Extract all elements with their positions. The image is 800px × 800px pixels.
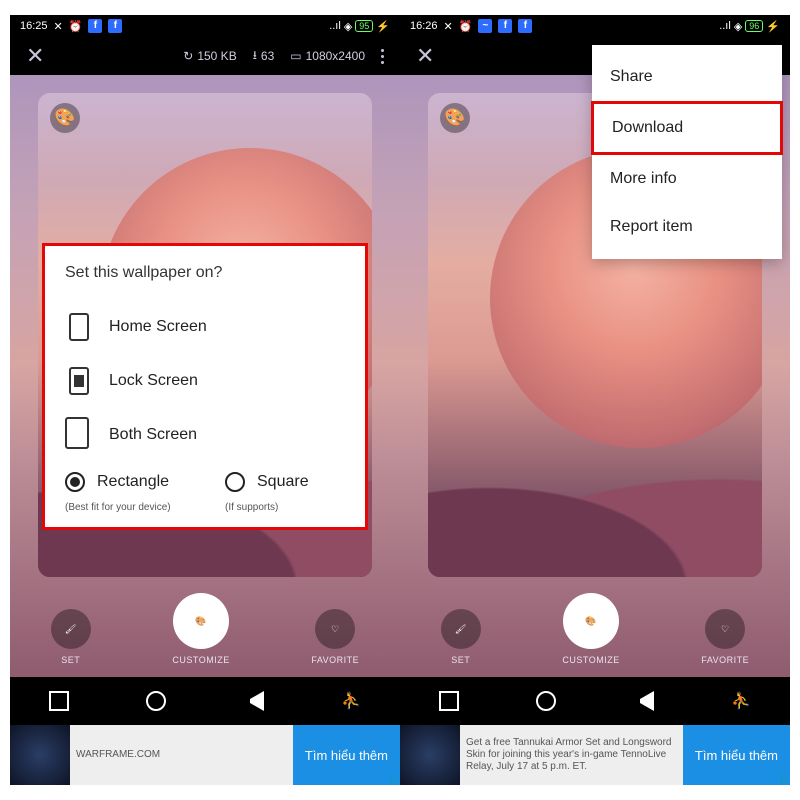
ad-text: Get a free Tannukai Armor Set and Longsw… [460, 733, 683, 777]
facebook-icon: f [498, 19, 512, 33]
radio-label: Square [257, 473, 309, 491]
android-nav: ⛹ [10, 677, 400, 725]
top-toolbar: ✕ ↻ 150 KB ⭳ 63 ▭ 1080x2400 [10, 37, 400, 75]
dnd-icon: ✕ [444, 20, 453, 33]
ad-icon [400, 725, 460, 785]
adchoices-icon[interactable]: ▷ [391, 774, 398, 785]
signal-icon: ..ıl [719, 20, 731, 32]
signal-icon: ..ıl [329, 20, 341, 32]
messenger-icon: ~ [478, 19, 492, 33]
bolt-icon: ⚡ [766, 20, 780, 33]
both-icon [69, 421, 89, 449]
radio-square[interactable]: Square [225, 472, 345, 492]
nav-recent[interactable] [439, 691, 459, 711]
android-nav: ⛹ [400, 677, 790, 725]
brush-icon: 🖌 [455, 624, 467, 635]
nav-home[interactable] [146, 691, 166, 711]
nav-home[interactable] [536, 691, 556, 711]
bottom-actions: 🖌 SET 🎨 CUSTOMIZE ♡ FAVORITE [400, 593, 790, 665]
battery-icon: 96 [745, 20, 763, 32]
set-label: SET [451, 655, 470, 665]
palette-icon: 🎨 [195, 616, 207, 627]
close-icon[interactable]: ✕ [416, 43, 434, 69]
facebook-icon: f [108, 19, 122, 33]
status-time: 16:26 [410, 20, 438, 32]
status-bar: 16:25 ✕ ⏰ f f ..ıl ◈ 95 ⚡ [10, 15, 400, 37]
heart-icon: ♡ [721, 624, 730, 635]
menu-share[interactable]: Share [592, 53, 782, 101]
downloads-chip[interactable]: ⭳ 63 [253, 46, 275, 67]
phone-right: 16:26 ✕ ⏰ ~ f f ..ıl ◈ 96 ⚡ ✕ ↻ 150 KB [400, 15, 790, 785]
ad-text: WARFRAME.COM [70, 745, 293, 765]
menu-download[interactable]: Download [591, 101, 783, 155]
favorite-button[interactable]: ♡ FAVORITE [701, 609, 749, 665]
facebook-icon: f [88, 19, 102, 33]
alarm-icon: ⏰ [459, 20, 473, 33]
menu-more-info[interactable]: More info [592, 155, 782, 203]
heart-icon: ♡ [331, 624, 340, 635]
hint-rectangle: (Best fit for your device) [65, 502, 185, 513]
customize-label: CUSTOMIZE [172, 655, 229, 665]
set-button[interactable]: 🖌 SET [441, 609, 481, 665]
wifi-icon: ◈ [344, 20, 352, 33]
modal-title: Set this wallpaper on? [65, 264, 345, 282]
palette-icon[interactable]: 🎨 [440, 103, 470, 133]
dimensions-chip[interactable]: ▭ 1080x2400 [290, 49, 365, 63]
favorite-label: FAVORITE [311, 655, 359, 665]
radio-rectangle[interactable]: Rectangle [65, 472, 185, 492]
option-label: Both Screen [109, 426, 197, 444]
ad-cta[interactable]: Tìm hiểu thêm [683, 725, 790, 785]
wifi-icon: ◈ [734, 20, 742, 33]
bottom-actions: 🖌 SET 🎨 CUSTOMIZE ♡ FAVORITE [10, 593, 400, 665]
radio-icon [65, 472, 85, 492]
palette-icon[interactable]: 🎨 [50, 103, 80, 133]
set-label: SET [61, 655, 80, 665]
nav-back[interactable] [634, 691, 654, 711]
alarm-icon: ⏰ [69, 20, 83, 33]
favorite-button[interactable]: ♡ FAVORITE [311, 609, 359, 665]
radio-label: Rectangle [97, 473, 169, 491]
phone-icon [69, 313, 89, 341]
nav-accessibility[interactable]: ⛹ [341, 691, 361, 711]
bolt-icon: ⚡ [376, 20, 390, 33]
set-wallpaper-modal: Set this wallpaper on? Home Screen Lock … [42, 243, 368, 530]
overflow-menu: Share Download More info Report item [592, 45, 782, 259]
close-icon[interactable]: ✕ [26, 43, 44, 69]
ad-icon [10, 725, 70, 785]
battery-icon: 95 [355, 20, 373, 32]
option-both-screen[interactable]: Both Screen [65, 408, 345, 462]
brush-icon: 🖌 [65, 624, 77, 635]
size-chip[interactable]: ↻ 150 KB [183, 49, 236, 63]
favorite-label: FAVORITE [701, 655, 749, 665]
status-time: 16:25 [20, 20, 48, 32]
customize-button[interactable]: 🎨 CUSTOMIZE [562, 593, 619, 665]
nav-back[interactable] [244, 691, 264, 711]
option-home-screen[interactable]: Home Screen [65, 300, 345, 354]
hint-square: (If supports) [225, 502, 345, 513]
radio-icon [225, 472, 245, 492]
facebook-icon: f [518, 19, 532, 33]
option-label: Home Screen [109, 318, 207, 336]
ad-cta[interactable]: Tìm hiểu thêm [293, 725, 400, 785]
nav-accessibility[interactable]: ⛹ [731, 691, 751, 711]
status-bar: 16:26 ✕ ⏰ ~ f f ..ıl ◈ 96 ⚡ [400, 15, 790, 37]
phone-left: 16:25 ✕ ⏰ f f ..ıl ◈ 95 ⚡ ✕ ↻ 150 KB ⭳ 6… [10, 15, 400, 785]
customize-button[interactable]: 🎨 CUSTOMIZE [172, 593, 229, 665]
ad-banner[interactable]: WARFRAME.COM Tìm hiểu thêm ▷ [10, 725, 400, 785]
palette-icon: 🎨 [585, 616, 597, 627]
adchoices-icon[interactable]: ▷ [781, 774, 788, 785]
option-lock-screen[interactable]: Lock Screen [65, 354, 345, 408]
set-button[interactable]: 🖌 SET [51, 609, 91, 665]
customize-label: CUSTOMIZE [562, 655, 619, 665]
lock-icon [69, 367, 89, 395]
dnd-icon: ✕ [54, 20, 63, 33]
option-label: Lock Screen [109, 372, 198, 390]
overflow-menu-icon[interactable] [381, 49, 384, 64]
nav-recent[interactable] [49, 691, 69, 711]
menu-report-item[interactable]: Report item [592, 203, 782, 251]
ad-banner[interactable]: Get a free Tannukai Armor Set and Longsw… [400, 725, 790, 785]
